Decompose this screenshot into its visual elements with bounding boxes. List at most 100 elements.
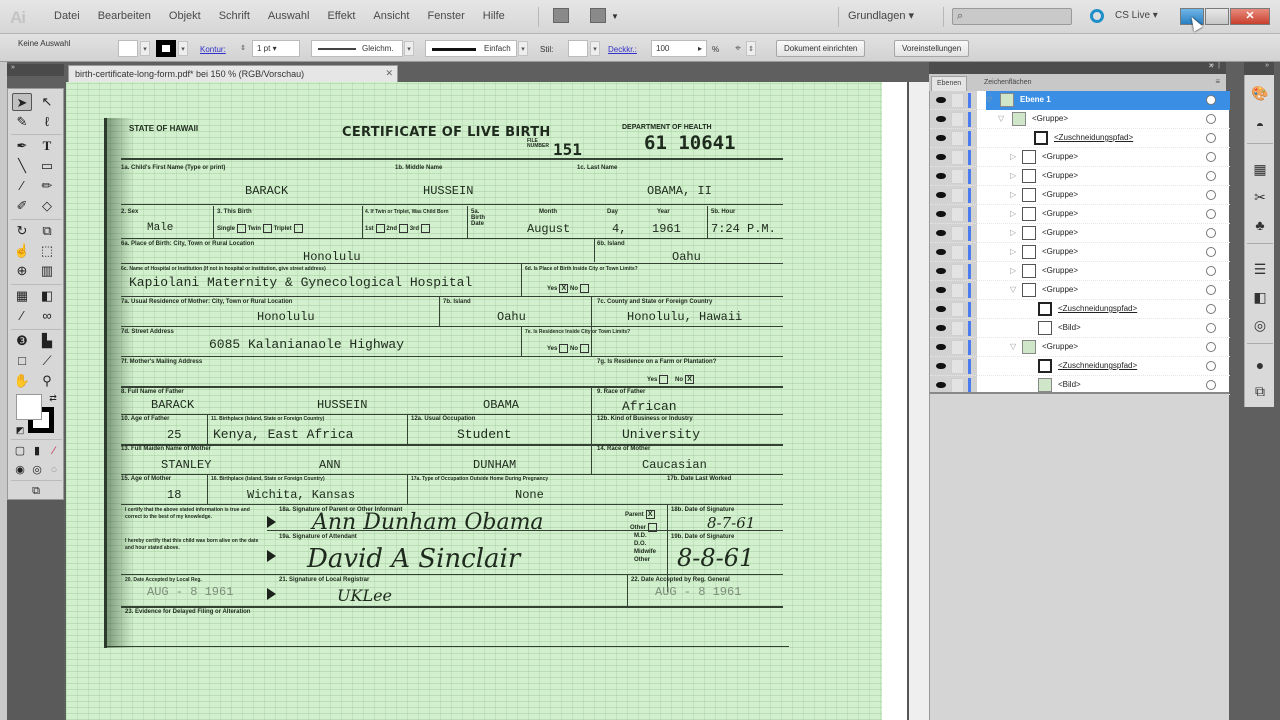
layer-name-area[interactable]: <Zuschneidungspfad> bbox=[986, 300, 1230, 319]
menu-datei[interactable]: Datei bbox=[45, 10, 89, 22]
close-icon[interactable]: ✕ bbox=[385, 68, 393, 79]
lasso-tool-icon[interactable]: ℓ bbox=[37, 113, 57, 131]
visibility-eye-icon[interactable] bbox=[936, 325, 946, 331]
visibility-eye-icon[interactable] bbox=[936, 306, 946, 312]
gradient-icon[interactable]: ◧ bbox=[1250, 287, 1270, 307]
opacity-field[interactable]: 100 ▸ bbox=[651, 40, 707, 57]
swatches-icon[interactable]: ▦ bbox=[1250, 159, 1270, 179]
lock-toggle[interactable] bbox=[951, 378, 964, 393]
document-setup-button[interactable]: Dokument einrichten bbox=[776, 40, 866, 57]
menu-hilfe[interactable]: Hilfe bbox=[474, 10, 514, 22]
visibility-eye-icon[interactable] bbox=[936, 135, 946, 141]
target-circle-icon[interactable] bbox=[1206, 95, 1216, 105]
expand-triangle-icon[interactable]: ▽ bbox=[1010, 285, 1016, 294]
stroke-weight-stepper[interactable]: ⇕ bbox=[238, 41, 248, 56]
kontur-link[interactable]: Kontur: bbox=[200, 45, 226, 54]
collapse-triangle-icon[interactable]: ▷ bbox=[1010, 171, 1016, 180]
target-circle-icon[interactable] bbox=[1206, 342, 1216, 352]
style-dropdown[interactable]: ▾ bbox=[590, 41, 600, 56]
menu-auswahl[interactable]: Auswahl bbox=[259, 10, 319, 22]
layer-name-area[interactable]: ▽ <Gruppe> bbox=[986, 110, 1230, 129]
lock-toggle[interactable] bbox=[951, 207, 964, 222]
pencil-tool-icon[interactable]: ✏ bbox=[37, 177, 57, 195]
none-mode-icon[interactable]: ⁄ bbox=[44, 442, 64, 460]
type-tool-icon[interactable]: T bbox=[37, 137, 57, 155]
expand-triangle-icon[interactable]: ▽ bbox=[1010, 342, 1016, 351]
perspective-grid-tool-icon[interactable]: ▥ bbox=[37, 262, 57, 280]
visibility-eye-icon[interactable] bbox=[936, 116, 946, 122]
layer-row[interactable]: ▷ <Gruppe> bbox=[930, 167, 1230, 186]
recolor-stepper[interactable]: ⇕ bbox=[746, 41, 756, 56]
tab-ebenen[interactable]: Ebenen bbox=[931, 76, 968, 91]
layer-name-area[interactable]: ▷ <Gruppe> bbox=[986, 205, 1230, 224]
paintbrush-tool-icon[interactable]: ⁄ bbox=[12, 177, 32, 195]
shape-builder-tool-icon[interactable]: ⊕ bbox=[12, 262, 32, 280]
collapse-triangle-icon[interactable]: ▷ bbox=[1010, 247, 1016, 256]
stroke-dropdown[interactable]: ▾ bbox=[178, 41, 188, 56]
visibility-eye-icon[interactable] bbox=[936, 249, 946, 255]
layer-row[interactable]: ▽ <Gruppe> bbox=[930, 281, 1230, 300]
draw-inside-icon[interactable]: ○ bbox=[44, 461, 64, 479]
expand-triangle-icon[interactable]: ▽ bbox=[986, 95, 992, 104]
layer-name-area[interactable]: ▽ <Gruppe> bbox=[986, 338, 1230, 357]
arrange-documents-icon[interactable] bbox=[590, 8, 606, 23]
target-circle-icon[interactable] bbox=[1206, 152, 1216, 162]
stroke-weight-field[interactable]: 1 pt ▾ bbox=[252, 40, 300, 57]
layer-name-area[interactable]: ▷ <Gruppe> bbox=[986, 186, 1230, 205]
mesh-tool-icon[interactable]: ▦ bbox=[12, 287, 32, 305]
target-circle-icon[interactable] bbox=[1206, 380, 1216, 390]
lock-toggle[interactable] bbox=[951, 112, 964, 127]
visibility-eye-icon[interactable] bbox=[936, 363, 946, 369]
workspace-switcher[interactable]: Grundlagen ▾ bbox=[848, 9, 914, 22]
layer-name-area[interactable]: ▷ <Gruppe> bbox=[986, 243, 1230, 262]
lock-toggle[interactable] bbox=[951, 359, 964, 374]
target-circle-icon[interactable] bbox=[1206, 285, 1216, 295]
recolor-icon[interactable]: ⌖ bbox=[733, 41, 743, 56]
stroke-swatch[interactable] bbox=[156, 40, 176, 57]
visibility-eye-icon[interactable] bbox=[936, 287, 946, 293]
collapse-triangle-icon[interactable]: ▷ bbox=[1010, 190, 1016, 199]
preferences-button[interactable]: Voreinstellungen bbox=[894, 40, 970, 57]
visibility-eye-icon[interactable] bbox=[936, 154, 946, 160]
swap-colors-icon[interactable]: ⇄ bbox=[43, 389, 63, 407]
help-search-input[interactable]: ⌕ bbox=[952, 8, 1072, 25]
close-window-button[interactable]: ✕ bbox=[1230, 8, 1270, 25]
layer-row[interactable]: ▷ <Gruppe> bbox=[930, 243, 1230, 262]
appearance-icon[interactable]: ◓ bbox=[1250, 115, 1270, 135]
lock-toggle[interactable] bbox=[951, 226, 964, 241]
pen-tool-icon[interactable]: ✒ bbox=[12, 137, 32, 155]
magic-wand-tool-icon[interactable]: ✎ bbox=[12, 113, 32, 131]
direct-selection-tool-icon[interactable]: ↖ bbox=[37, 93, 57, 111]
maximize-button[interactable] bbox=[1205, 8, 1229, 25]
lock-toggle[interactable] bbox=[951, 131, 964, 146]
screen-mode-icon[interactable]: ⧉ bbox=[26, 482, 46, 500]
lock-toggle[interactable] bbox=[951, 93, 964, 108]
menu-objekt[interactable]: Objekt bbox=[160, 10, 210, 22]
panel-menu-icon[interactable]: ≡ bbox=[1215, 77, 1220, 86]
layer-name-area[interactable]: ▽ Ebene 1 bbox=[986, 91, 1230, 110]
eraser-tool-icon[interactable]: ◇ bbox=[37, 197, 57, 215]
collapse-icon[interactable]: » bbox=[1265, 62, 1269, 69]
lock-toggle[interactable] bbox=[951, 321, 964, 336]
rectangle-tool-icon[interactable]: ▭ bbox=[37, 157, 57, 175]
zoom-tool-icon[interactable]: ⚲ bbox=[37, 372, 57, 390]
symbol-sprayer-tool-icon[interactable]: ❸ bbox=[12, 332, 32, 350]
layer-row[interactable]: ▷ <Gruppe> bbox=[930, 205, 1230, 224]
collapse-triangle-icon[interactable]: ▷ bbox=[1010, 209, 1016, 218]
free-transform-tool-icon[interactable]: ⬚ bbox=[37, 242, 57, 260]
bridge-icon[interactable] bbox=[553, 8, 569, 23]
lock-toggle[interactable] bbox=[951, 150, 964, 165]
collapse-close-icons[interactable]: » | ✕ bbox=[1208, 62, 1220, 70]
layer-row[interactable]: ▷ <Gruppe> bbox=[930, 224, 1230, 243]
fill-swatch[interactable] bbox=[118, 40, 138, 57]
transparency-icon[interactable]: ◎ bbox=[1250, 315, 1270, 335]
menu-fenster[interactable]: Fenster bbox=[418, 10, 473, 22]
lock-toggle[interactable] bbox=[951, 302, 964, 317]
warp-tool-icon[interactable]: ☝ bbox=[12, 242, 32, 260]
brush-dropdown[interactable]: ▾ bbox=[518, 41, 528, 56]
menu-bearbeiten[interactable]: Bearbeiten bbox=[89, 10, 160, 22]
layer-name-area[interactable]: ▷ <Gruppe> bbox=[986, 167, 1230, 186]
blend-tool-icon[interactable]: ∞ bbox=[37, 307, 57, 325]
target-circle-icon[interactable] bbox=[1206, 323, 1216, 333]
brush-definition[interactable]: Einfach bbox=[425, 40, 517, 57]
